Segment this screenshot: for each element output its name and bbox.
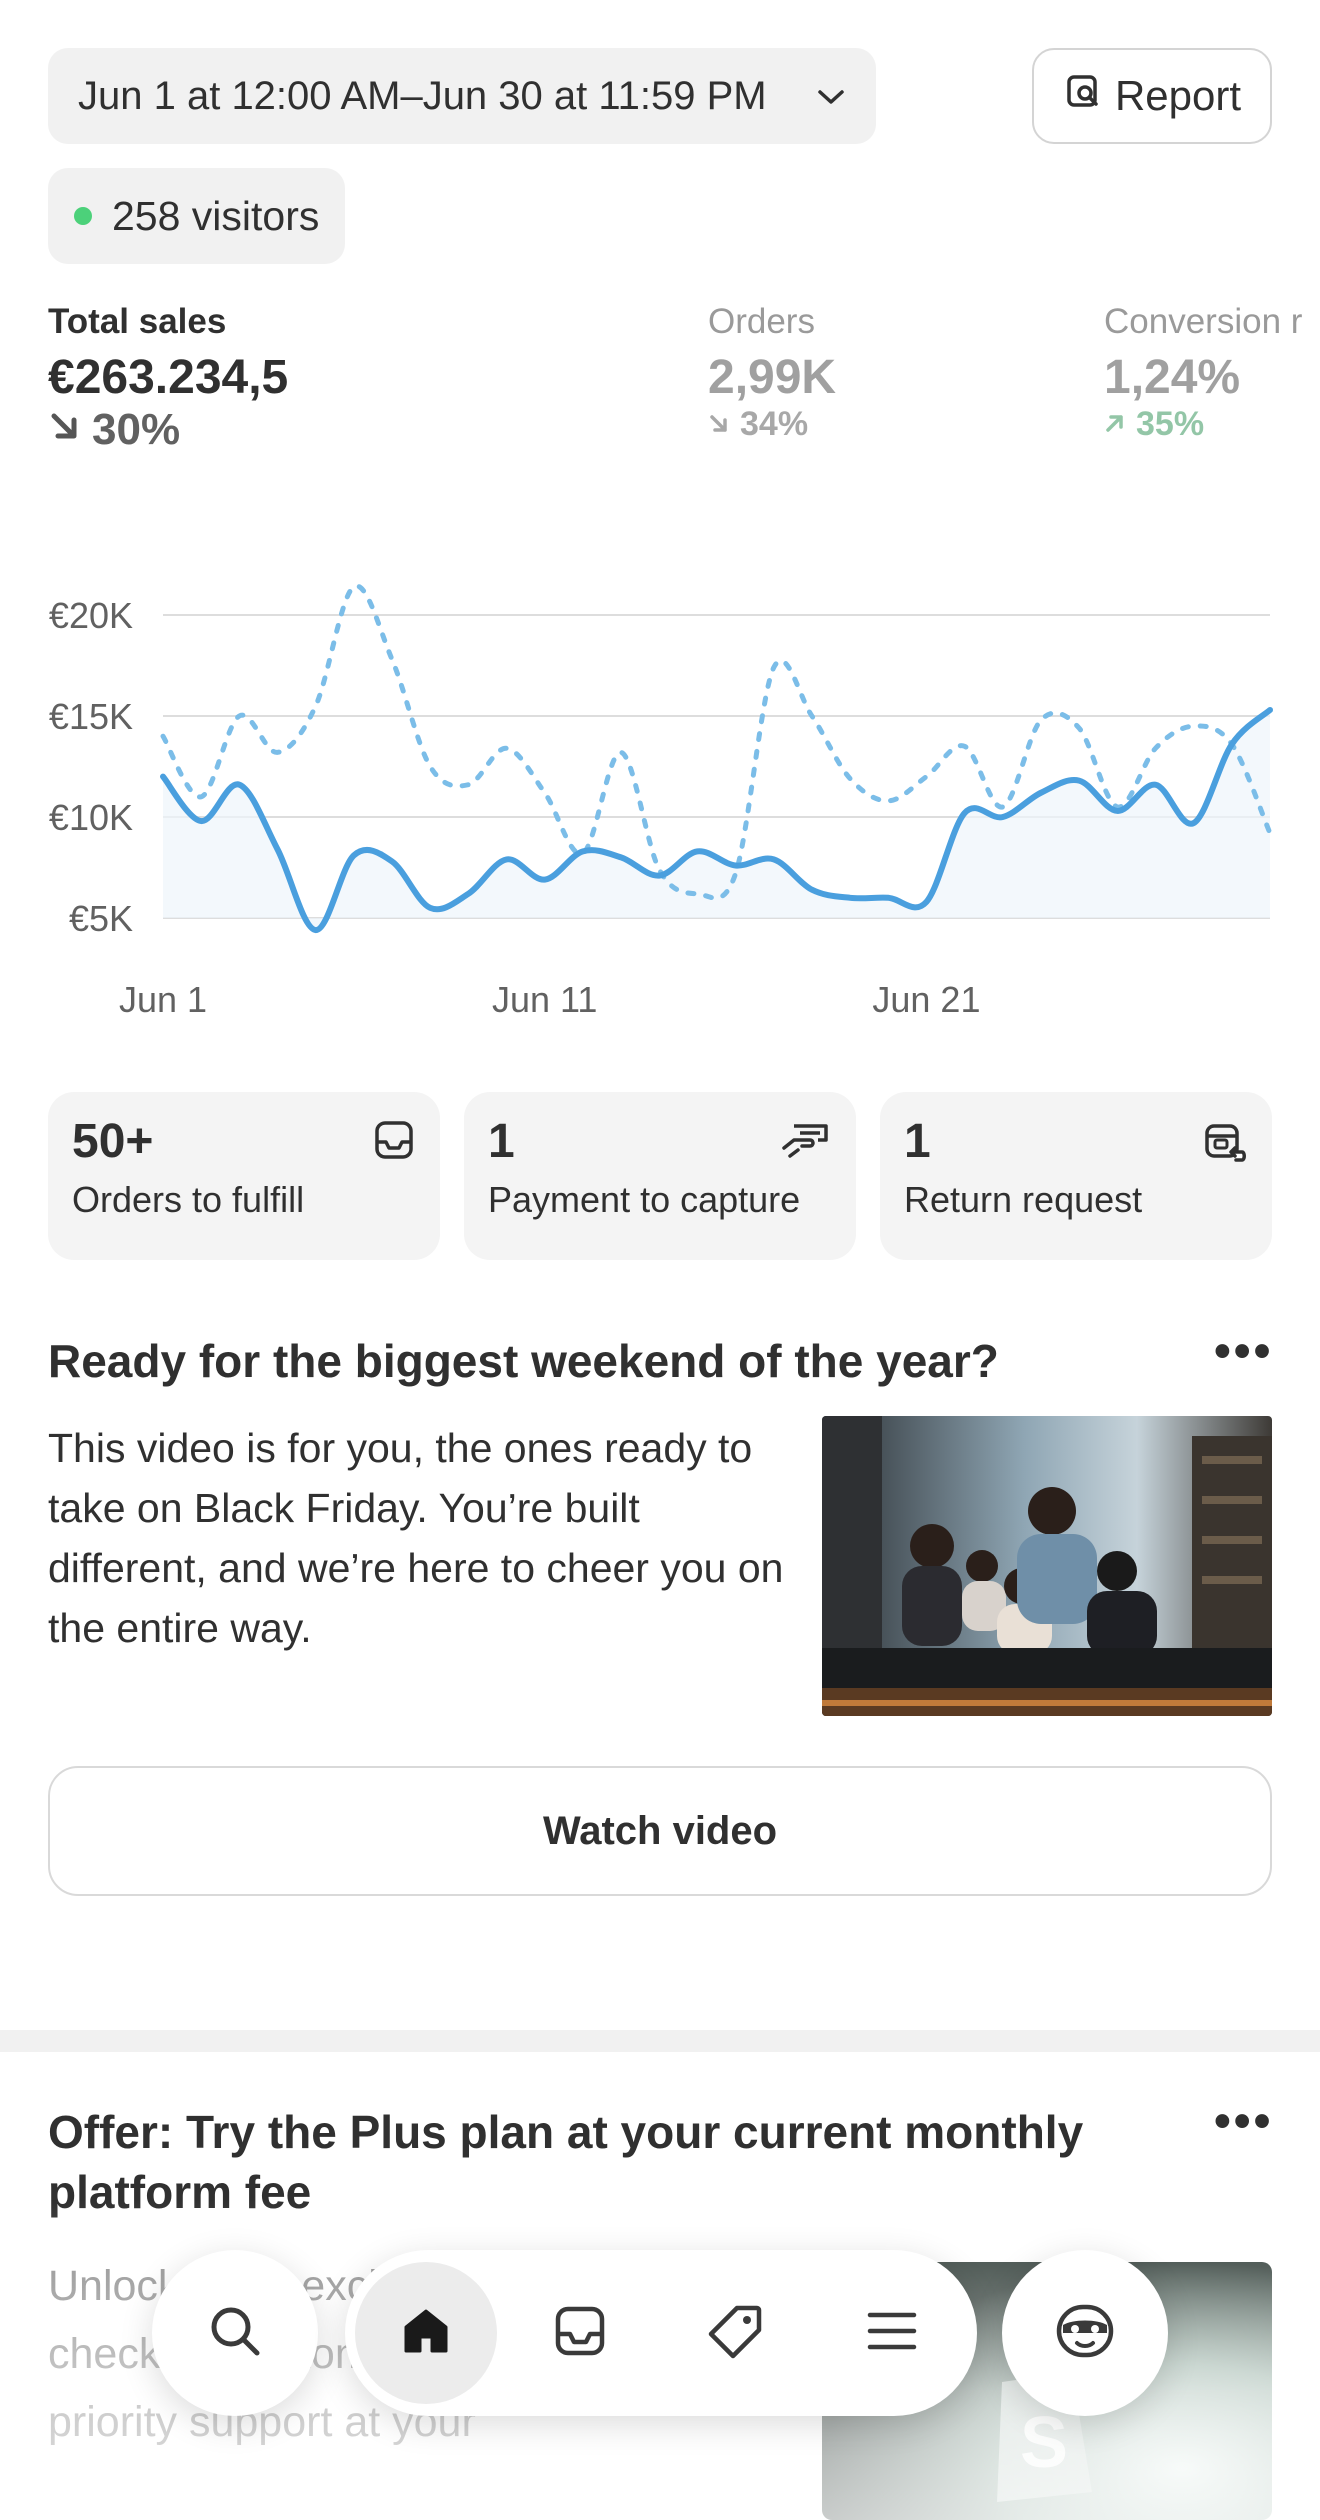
x-tick-label: Jun 21 <box>872 979 980 1020</box>
return-icon <box>1202 1118 1248 1169</box>
series-area <box>163 709 1270 931</box>
search-icon <box>205 2301 265 2366</box>
return-request-card[interactable]: 1 Return request <box>880 1092 1272 1260</box>
metric-label: Orders <box>708 302 815 341</box>
search-button[interactable] <box>152 2250 318 2416</box>
report-button[interactable]: Report <box>1032 48 1272 144</box>
live-visitors-badge[interactable]: 258 visitors <box>48 168 346 264</box>
sidekick-button[interactable] <box>1002 2250 1168 2416</box>
metric-change-value: 30% <box>92 405 181 454</box>
payment-to-capture-card[interactable]: 1 Payment to capture <box>464 1092 856 1260</box>
card-label: Payment to capture <box>488 1179 801 1220</box>
metric-label: Total sales <box>48 302 227 341</box>
date-range-selector[interactable]: Jun 1 at 12:00 AM–Jun 30 at 11:59 PM <box>48 48 876 144</box>
date-range-label: Jun 1 at 12:00 AM–Jun 30 at 11:59 PM <box>78 73 767 118</box>
metric-conversion-rate[interactable]: Conversion r 1,24% 35% <box>1104 302 1320 444</box>
promo-body: This video is for you, the ones ready to… <box>48 1425 784 1651</box>
bottom-nav-bar <box>345 2250 977 2416</box>
metric-orders[interactable]: Orders 2,99K 34% <box>708 302 836 444</box>
metric-value: 2,99K <box>708 351 837 404</box>
card-label: Return request <box>904 1179 1143 1220</box>
section-divider <box>0 2030 1320 2052</box>
metric-change: 30% <box>48 405 288 455</box>
more-options-icon[interactable]: ••• <box>1214 1324 1273 1379</box>
arrow-down-right-icon <box>48 405 82 455</box>
x-tick-label: Jun 1 <box>119 979 207 1020</box>
card-number: 50+ <box>72 1115 154 1168</box>
sales-line-chart: €20K €15K €10K €5K Jun 1 Jun 11 Jun 21 <box>49 583 1273 1020</box>
y-tick-label: €10K <box>49 797 133 838</box>
chevron-down-icon <box>816 77 846 116</box>
menu-icon <box>864 2303 920 2364</box>
promo-title: Ready for the biggest weekend of the yea… <box>48 1335 999 1387</box>
cash-icon <box>780 1118 832 1167</box>
inbox-icon <box>551 2302 609 2365</box>
offer-title: Offer: Try the Plus plan at your current… <box>48 2106 1084 2218</box>
y-tick-label: €20K <box>49 595 133 636</box>
y-tick-label: €5K <box>69 898 133 939</box>
metric-label: Conversion r <box>1104 302 1303 341</box>
visitors-label: 258 visitors <box>112 192 320 239</box>
metric-total-sales[interactable]: Total sales €263.234,5 30% <box>48 302 288 455</box>
inbox-icon <box>372 1118 416 1167</box>
nav-products-button[interactable] <box>671 2250 801 2416</box>
y-tick-label: €15K <box>49 696 133 737</box>
metric-change: 34% <box>708 405 836 444</box>
metric-change-value: 35% <box>1136 405 1205 443</box>
metric-change-value: 34% <box>740 405 809 443</box>
live-dot-icon <box>74 207 92 225</box>
nav-orders-button[interactable] <box>515 2250 645 2416</box>
arrow-up-right-icon <box>1104 405 1126 444</box>
promo-video-thumbnail[interactable] <box>822 1416 1272 1716</box>
report-label: Report <box>1114 72 1242 119</box>
card-number: 1 <box>904 1115 931 1168</box>
orders-to-fulfill-card[interactable]: 50+ Orders to fulfill <box>48 1092 440 1260</box>
more-options-icon[interactable]: ••• <box>1214 2094 1273 2149</box>
metric-value: 1,24% <box>1104 351 1241 404</box>
sidekick-icon <box>1053 2299 1117 2368</box>
x-tick-label: Jun 11 <box>492 979 597 1020</box>
card-label: Orders to fulfill <box>72 1179 305 1220</box>
watch-video-button[interactable]: Watch video <box>48 1766 1272 1896</box>
metric-value: €263.234,5 <box>48 351 289 404</box>
arrow-down-right-icon <box>708 405 730 444</box>
metric-change: 35% <box>1104 405 1320 444</box>
tag-icon <box>707 2302 765 2365</box>
home-icon <box>398 2303 454 2364</box>
nav-home-button[interactable] <box>355 2262 497 2404</box>
svg-text:S: S <box>1020 2403 1068 2483</box>
report-icon <box>1063 71 1103 121</box>
nav-menu-button[interactable] <box>827 2250 957 2416</box>
